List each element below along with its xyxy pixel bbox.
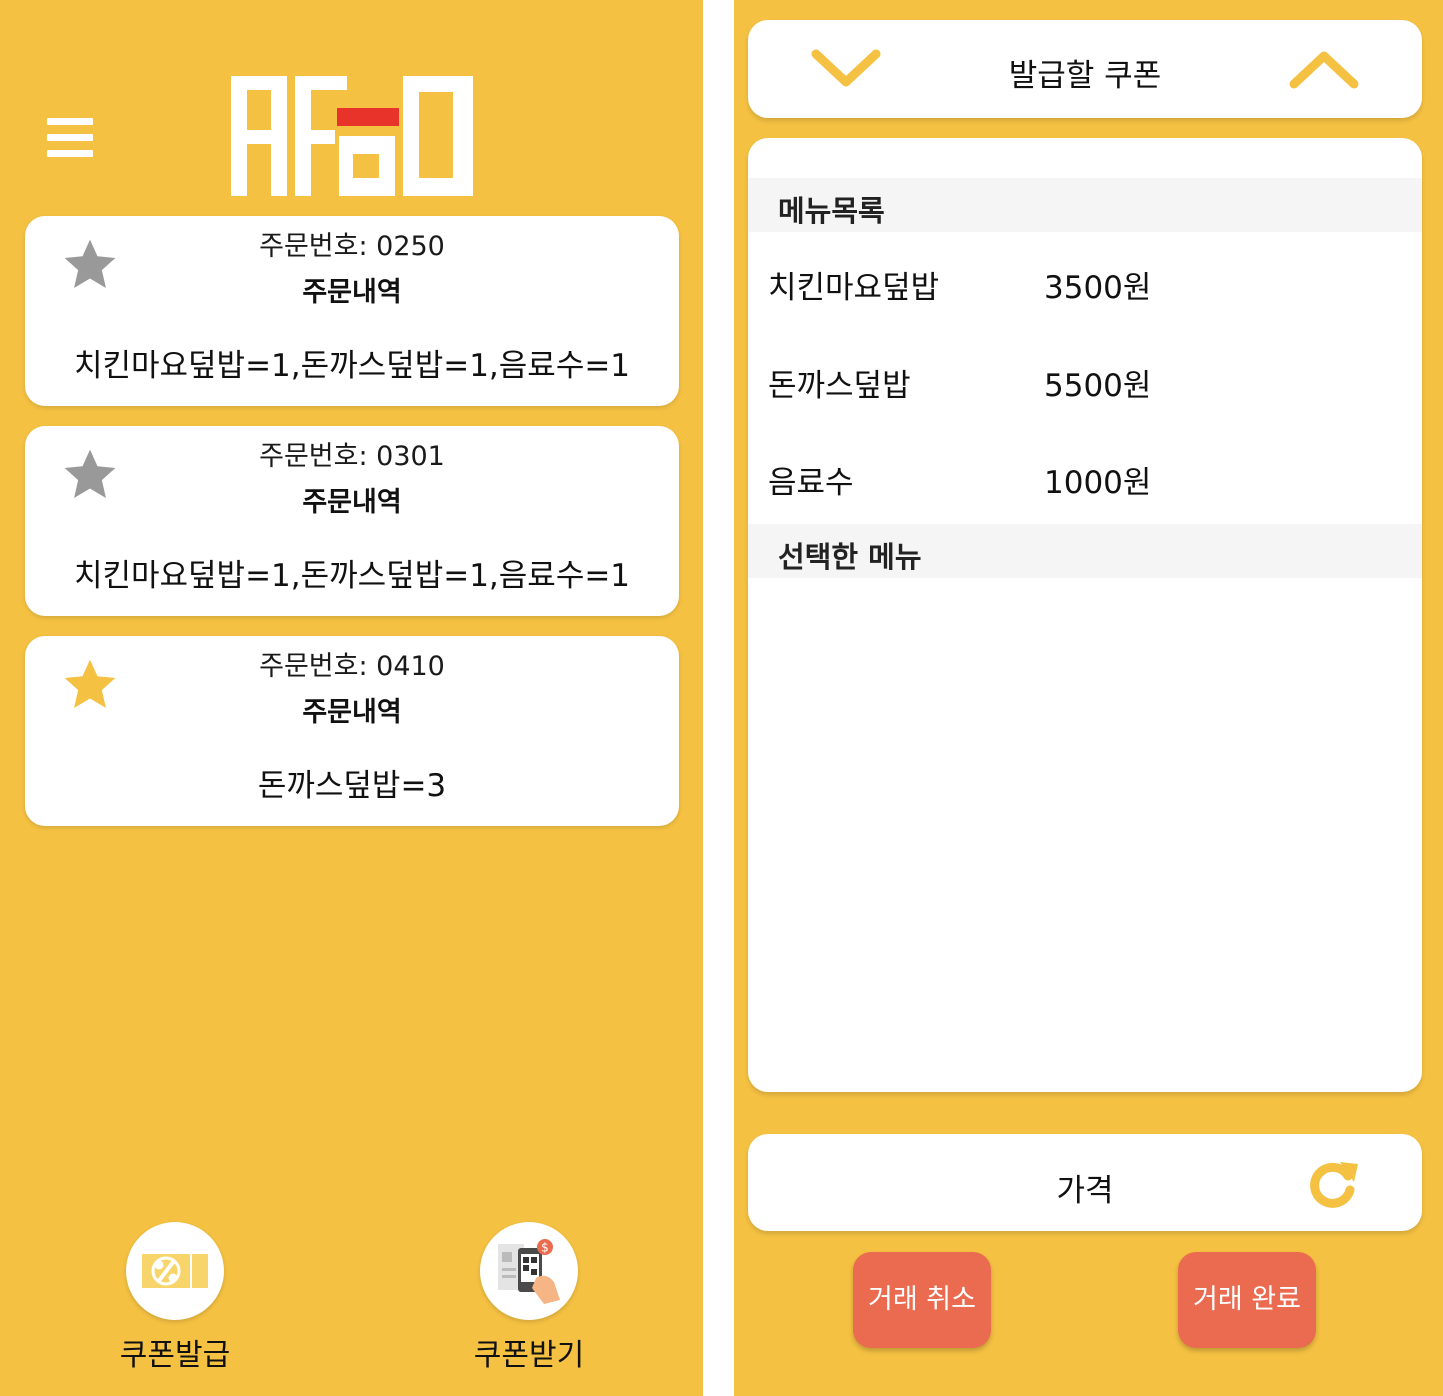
menu-item-price: 5500원: [1044, 368, 1152, 404]
order-number: 주문번호: 0301: [259, 441, 445, 472]
menu-item-price: 1000원: [1044, 465, 1152, 501]
orders-screen: 주문번호: 0250 주문내역 치킨마요덮밥=1,돈까스덮밥=1,음료수=1 주…: [0, 0, 703, 1396]
complete-transaction-button[interactable]: 거래 완료: [1178, 1252, 1316, 1348]
menu-item-row[interactable]: 음료수 1000원: [748, 447, 1422, 507]
issue-coupon-button[interactable]: 쿠폰발급: [100, 1222, 250, 1374]
menu-item-name: 음료수: [768, 465, 854, 501]
menu-item-price: 3500원: [1044, 270, 1152, 306]
qr-phone-payment-icon[interactable]: $: [480, 1222, 578, 1320]
coupon-header: 발급할 쿠폰: [748, 20, 1422, 118]
order-heading: 주문내역: [302, 487, 402, 518]
receive-coupon-button[interactable]: $ 쿠폰받기: [454, 1222, 604, 1374]
order-heading: 주문내역: [302, 697, 402, 728]
order-card[interactable]: 주문번호: 0410 주문내역 돈까스덮밥=3: [25, 636, 679, 826]
svg-text:$: $: [541, 1241, 549, 1255]
selected-menu-title: 선택한 메뉴: [778, 540, 922, 574]
cancel-transaction-button[interactable]: 거래 취소: [853, 1252, 991, 1348]
order-card[interactable]: 주문번호: 0301 주문내역 치킨마요덮밥=1,돈까스덮밥=1,음료수=1: [25, 426, 679, 616]
order-number: 주문번호: 0250: [259, 231, 445, 262]
logo-accent-bar: [337, 108, 399, 126]
order-heading: 주문내역: [302, 277, 402, 308]
afoo-logo: [231, 76, 473, 196]
order-number: 주문번호: 0410: [259, 651, 445, 682]
receive-coupon-label: 쿠폰받기: [473, 1338, 585, 1373]
menu-item-row[interactable]: 돈까스덮밥 5500원: [748, 350, 1422, 410]
order-items: 돈까스덮밥=3: [257, 768, 447, 804]
coupon-percent-icon[interactable]: [126, 1222, 224, 1320]
chevron-up-icon[interactable]: [1288, 46, 1360, 92]
coupon-issue-screen: 발급할 쿠폰 메뉴목록 치킨마요덮밥 3500원 돈까스덮밥 5500원 음료수…: [734, 0, 1443, 1396]
menu-item-name: 치킨마요덮밥: [768, 270, 940, 306]
order-items: 치킨마요덮밥=1,돈까스덮밥=1,음료수=1: [73, 558, 631, 594]
hamburger-menu-icon[interactable]: [47, 118, 93, 158]
menu-item-name: 돈까스덮밥: [768, 368, 911, 404]
menu-list-title: 메뉴목록: [778, 194, 885, 228]
menu-list-section: 메뉴목록: [748, 178, 1422, 232]
refresh-icon[interactable]: [1304, 1156, 1360, 1212]
menu-item-row[interactable]: 치킨마요덮밥 3500원: [748, 252, 1422, 312]
order-card[interactable]: 주문번호: 0250 주문내역 치킨마요덮밥=1,돈까스덮밥=1,음료수=1: [25, 216, 679, 406]
price-bar: 가격: [748, 1134, 1422, 1231]
selected-menu-section: 선택한 메뉴: [748, 524, 1422, 578]
order-items: 치킨마요덮밥=1,돈까스덮밥=1,음료수=1: [73, 348, 631, 384]
menu-panel: 메뉴목록 치킨마요덮밥 3500원 돈까스덮밥 5500원 음료수 1000원 …: [748, 138, 1422, 1092]
issue-coupon-label: 쿠폰발급: [119, 1338, 231, 1373]
